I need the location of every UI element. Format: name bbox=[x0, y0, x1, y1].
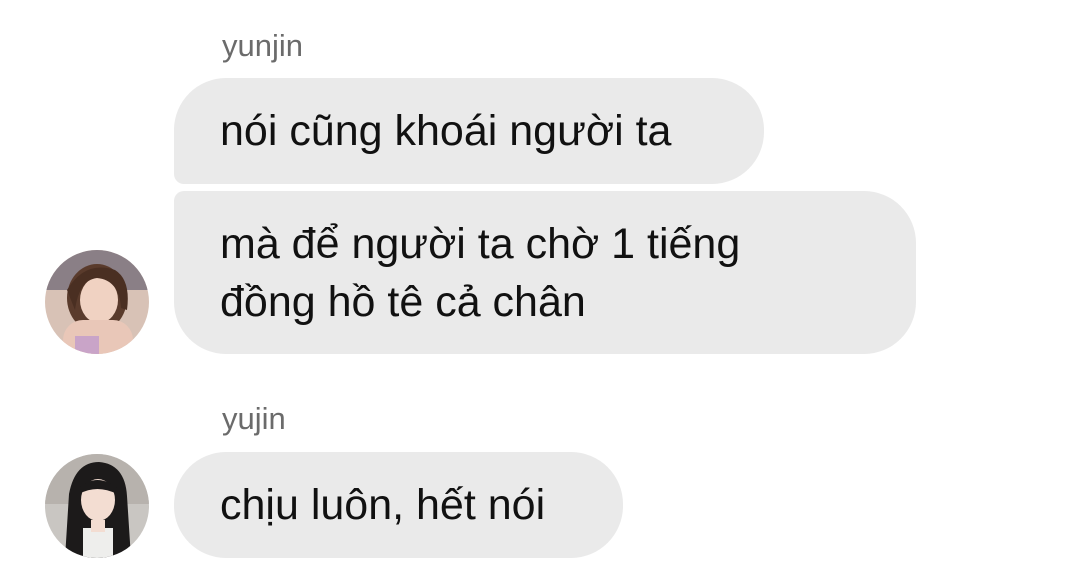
message-text: mà để người ta chờ 1 tiếng đồng hồ tê cả… bbox=[220, 219, 741, 326]
message-bubble[interactable]: nói cũng khoái người ta bbox=[174, 78, 764, 184]
sender-name-yujin: yujin bbox=[222, 401, 286, 436]
user-avatar-photo-icon bbox=[45, 250, 149, 354]
message-text: chịu luôn, hết nói bbox=[220, 481, 546, 529]
avatar-yunjin[interactable] bbox=[45, 250, 149, 354]
message-bubble[interactable]: mà để người ta chờ 1 tiếng đồng hồ tê cả… bbox=[174, 191, 916, 354]
sender-name-yunjin: yunjin bbox=[222, 28, 303, 63]
user-avatar-photo-icon bbox=[45, 454, 149, 558]
message-text: nói cũng khoái người ta bbox=[220, 107, 672, 155]
message-bubble[interactable]: chịu luôn, hết nói bbox=[174, 452, 623, 558]
avatar-yujin[interactable] bbox=[45, 454, 149, 558]
